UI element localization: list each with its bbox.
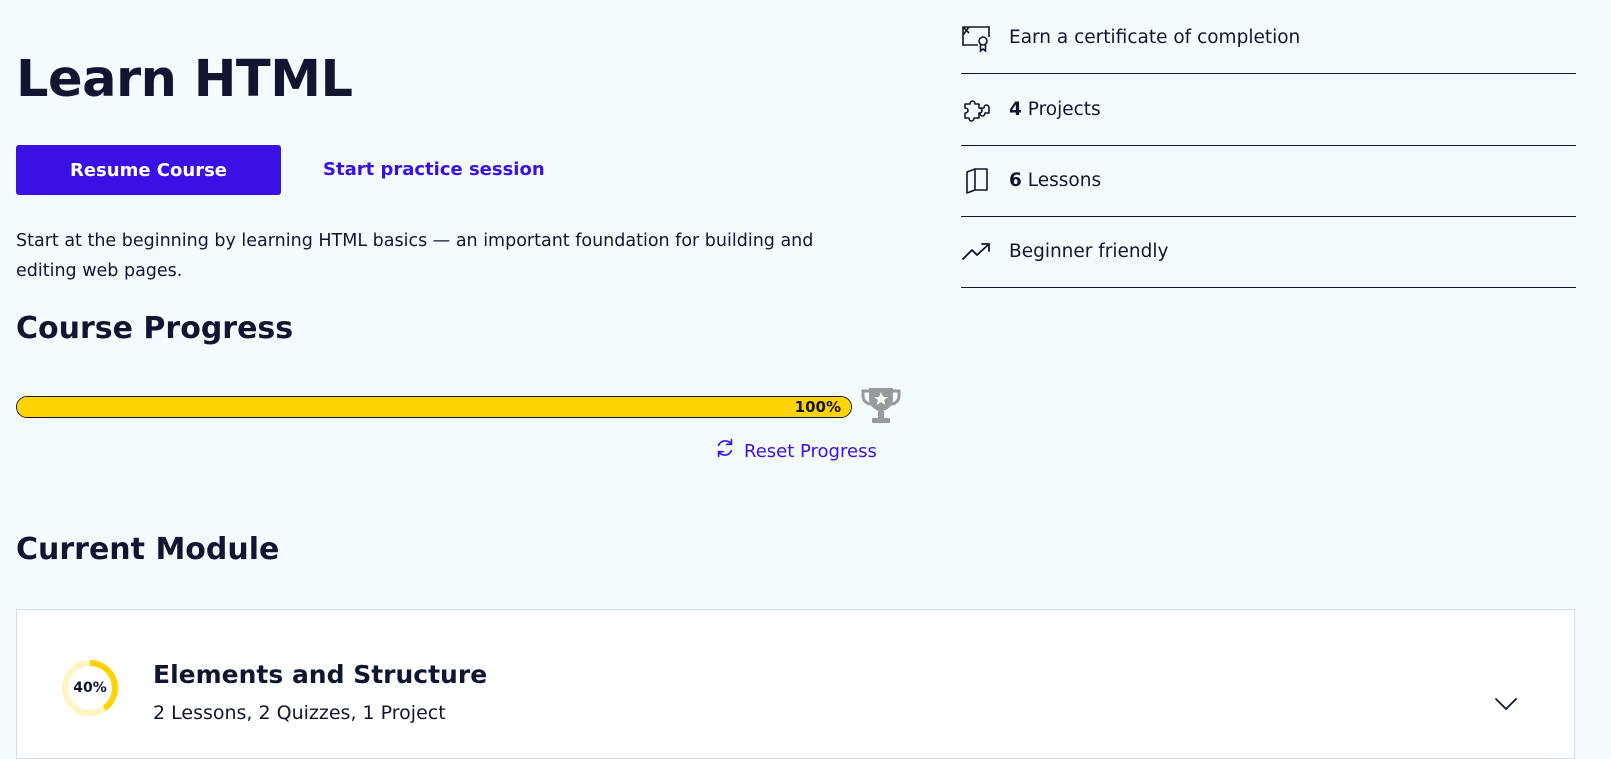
resume-course-button[interactable]: Resume Course [16, 145, 281, 195]
feature-projects: 4 Projects [961, 74, 1576, 146]
certificate-icon [961, 23, 991, 53]
current-module-card[interactable]: 40% Elements and Structure 2 Lessons, 2 … [16, 609, 1575, 759]
course-progress-heading: Course Progress [16, 311, 294, 346]
current-module-heading: Current Module [16, 532, 280, 567]
module-meta: 2 Lessons, 2 Quizzes, 1 Project [153, 702, 446, 724]
feature-beginner: Beginner friendly [961, 216, 1576, 288]
book-icon [961, 166, 991, 196]
start-practice-link[interactable]: Start practice session [323, 145, 545, 195]
feature-text: Earn a certificate of completion [1009, 27, 1301, 48]
progress-percent: 100% [794, 398, 841, 416]
trending-up-icon [961, 237, 991, 267]
page-title: Learn HTML [16, 50, 353, 109]
chevron-down-icon[interactable] [1493, 690, 1519, 716]
trophy-icon [859, 384, 903, 428]
reset-progress-button[interactable]: Reset Progress [714, 438, 877, 466]
feature-certificate: Earn a certificate of completion [961, 2, 1576, 74]
reset-progress-label: Reset Progress [744, 441, 877, 462]
progress-fill [17, 397, 851, 417]
refresh-icon [714, 437, 736, 468]
feature-text: 4 Projects [1009, 99, 1101, 120]
feature-text: 6 Lessons [1009, 170, 1102, 191]
course-progress-bar: 100% [16, 396, 852, 418]
puzzle-icon [961, 95, 991, 125]
module-progress-percent: 40% [73, 680, 107, 696]
feature-lessons: 6 Lessons [961, 145, 1576, 217]
module-title: Elements and Structure [153, 660, 488, 689]
feature-text: Beginner friendly [1009, 241, 1169, 262]
course-description: Start at the beginning by learning HTML … [16, 231, 814, 281]
